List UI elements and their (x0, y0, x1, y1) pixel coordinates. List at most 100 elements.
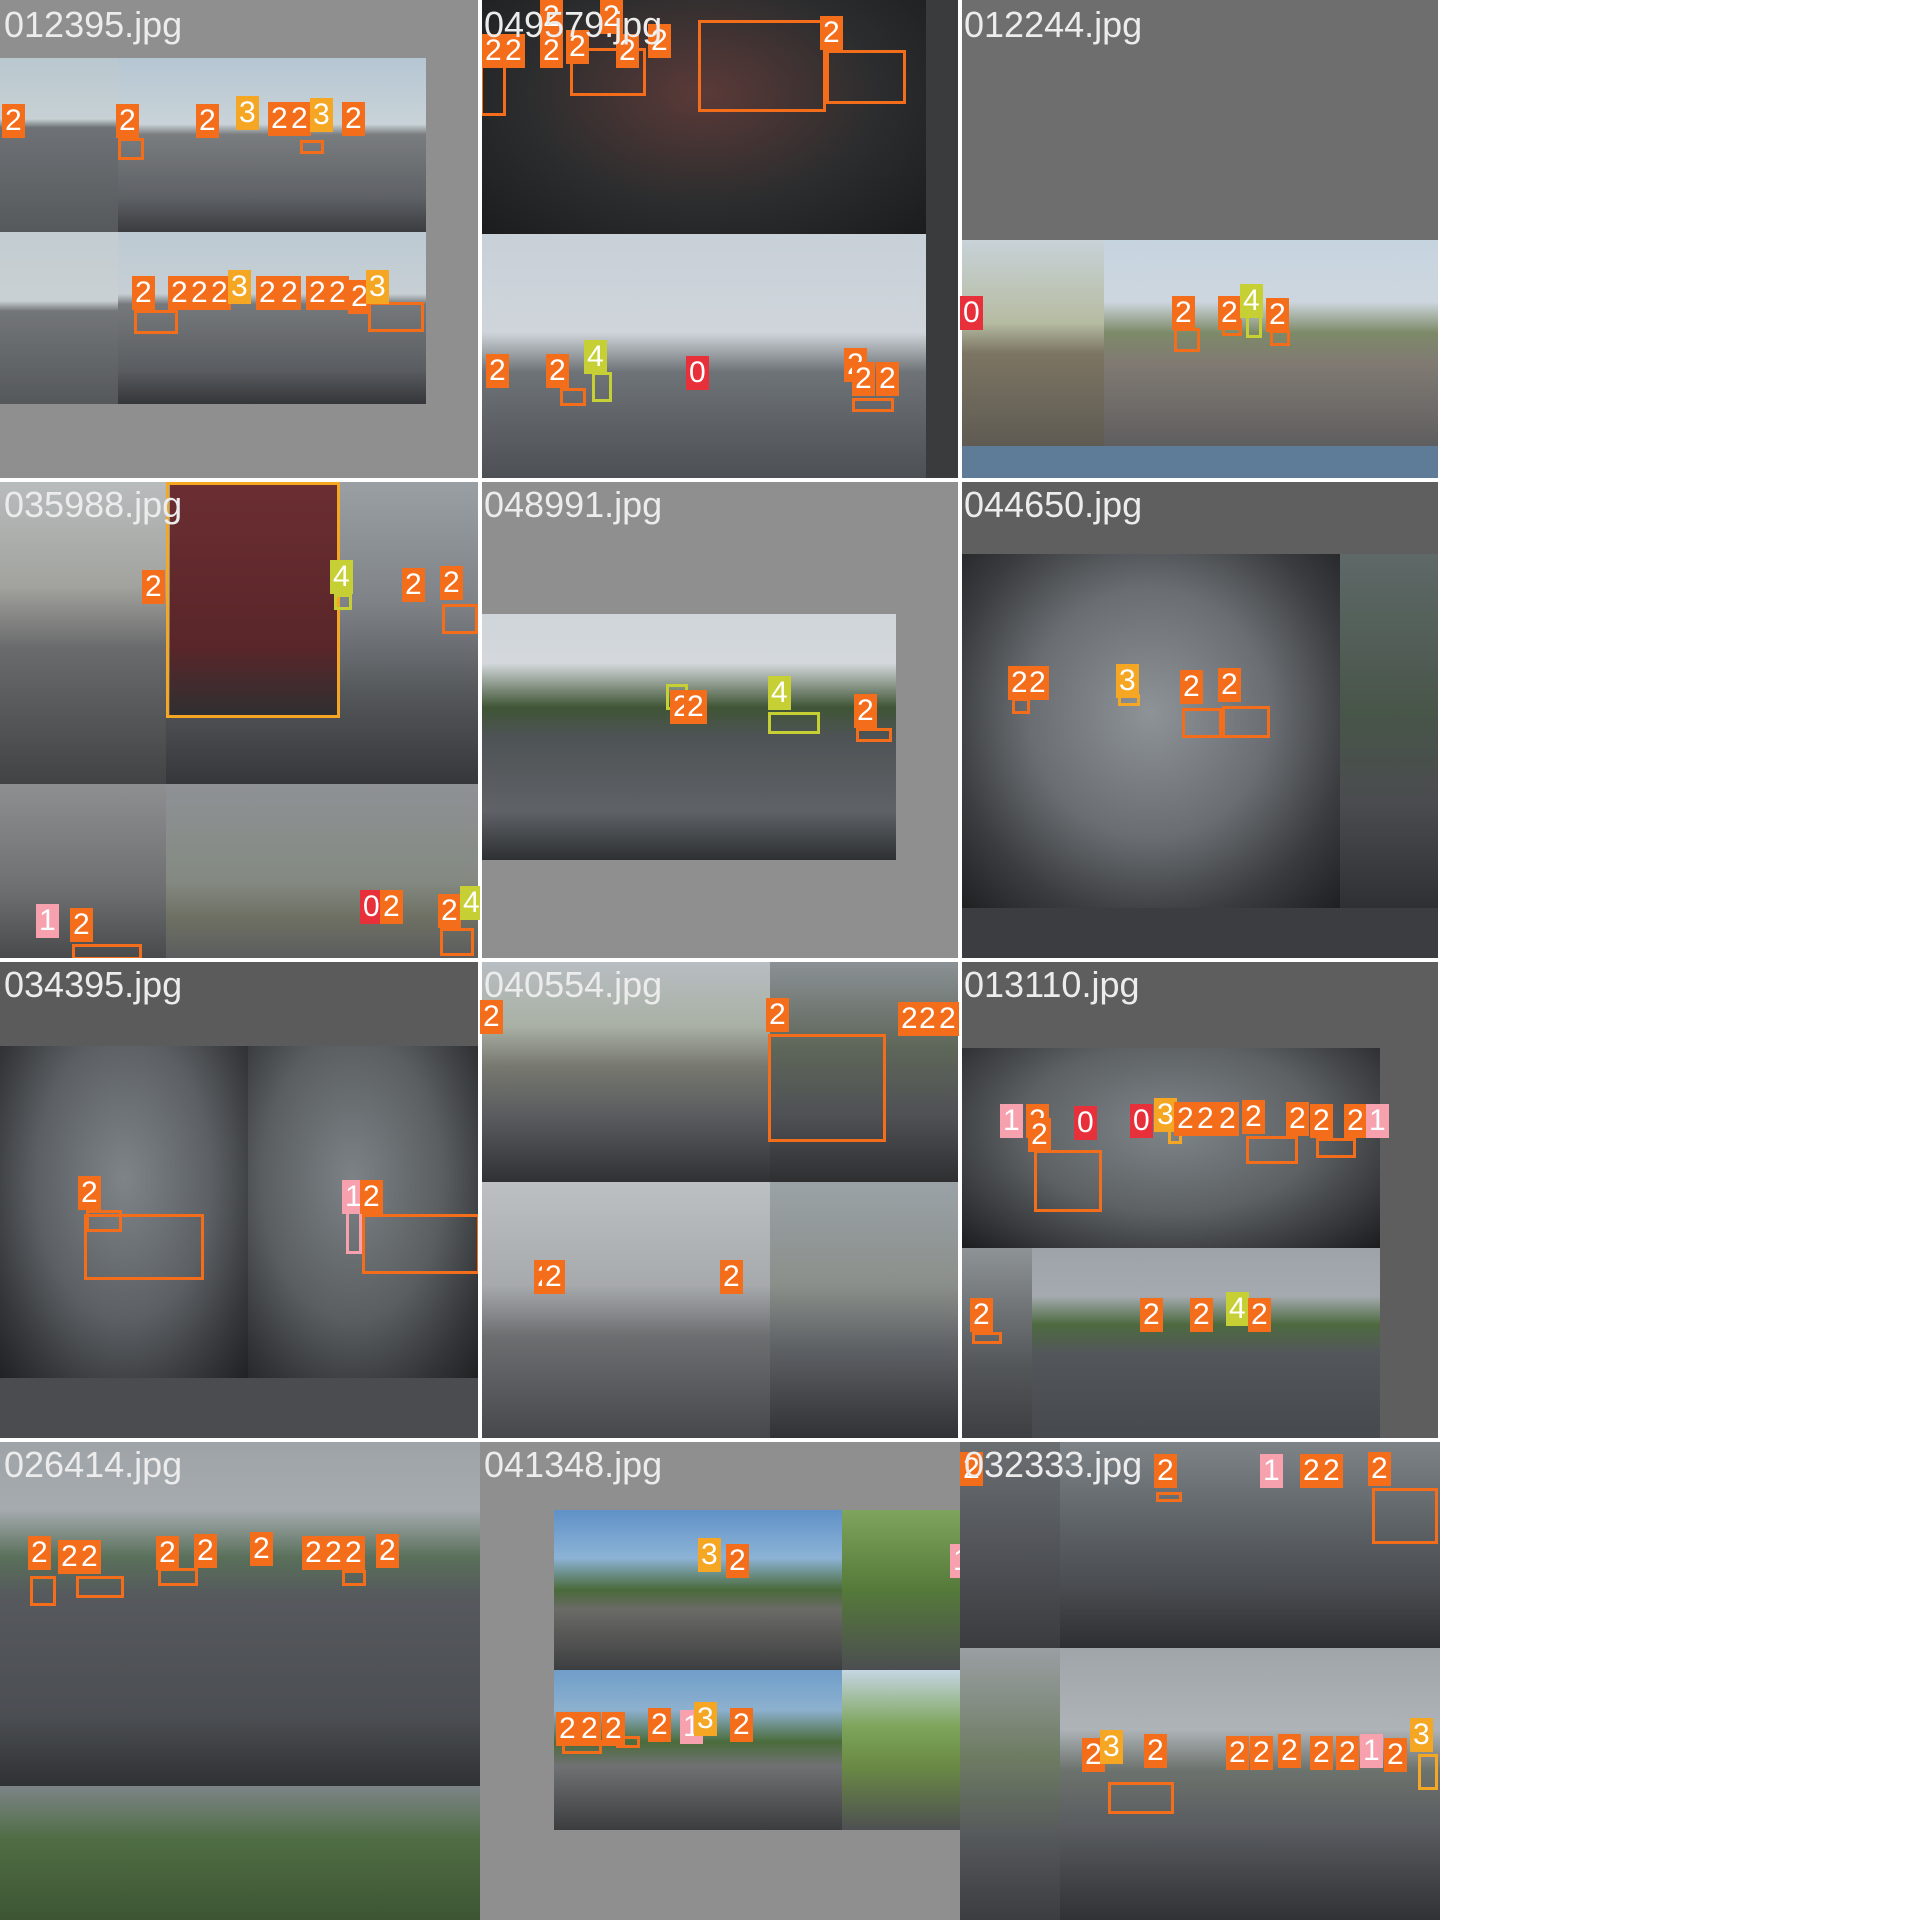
camera-view (960, 1648, 1060, 1920)
camera-view (480, 614, 896, 860)
detection-box (346, 1208, 362, 1254)
detection-box (1270, 330, 1290, 346)
class-label: 3 (366, 270, 389, 304)
class-label: 2 (1242, 1100, 1265, 1134)
detection-box (698, 20, 826, 112)
detection-box (368, 302, 424, 332)
detection-box (1246, 1136, 1298, 1164)
class-label: 2 (556, 1712, 579, 1746)
detection-box (118, 138, 144, 160)
class-label: 2 (1310, 1104, 1333, 1138)
class-label: 2 (2, 104, 25, 138)
camera-view (0, 1378, 480, 1440)
class-label: 2 (684, 690, 707, 724)
class-label: 2 (78, 1540, 101, 1574)
detection-box (852, 398, 894, 412)
detection-box (768, 712, 820, 734)
class-label: 2 (70, 908, 93, 942)
camera-view (166, 784, 480, 960)
tile: 049579.jpg 2 2 2 2 2 2 2 2 2 2 2 4 0 2 2… (480, 0, 960, 480)
class-label: 2 (1368, 1452, 1391, 1486)
class-label: 1 (1260, 1454, 1283, 1488)
filename-label: 048991.jpg (484, 484, 663, 525)
class-label: 2 (1154, 1454, 1177, 1488)
class-label: 2 (1266, 298, 1289, 332)
class-label: 4 (768, 676, 791, 710)
filename-label: 012244.jpg (964, 4, 1143, 45)
camera-view (1032, 1248, 1380, 1440)
detection-box (560, 388, 586, 406)
tile: 026414.jpg 2 2 2 2 2 2 2 2 2 2 (0, 1440, 480, 1920)
camera-view (960, 240, 1104, 446)
grid-divider (1438, 0, 1442, 1440)
detection-box (592, 372, 612, 402)
class-label: 2 (196, 104, 219, 138)
class-label: 1 (1000, 1104, 1023, 1138)
filename-label: 034395.jpg (4, 964, 183, 1005)
class-label: 1 (950, 1544, 960, 1578)
detection-box (1108, 1782, 1174, 1814)
class-label: 2 (440, 566, 463, 600)
tile: 032333.jpg 2 2 1 2 2 2 2 3 2 2 2 2 2 2 1… (960, 1440, 1440, 1920)
class-label: 2 (720, 1260, 743, 1294)
class-label: 2 (438, 894, 461, 928)
class-label: 2 (546, 354, 569, 388)
filename-label: 026414.jpg (4, 1444, 183, 1485)
class-label: 1 (36, 904, 59, 938)
class-label: 2 (1172, 296, 1195, 330)
class-label: 3 (1410, 1718, 1433, 1752)
class-label: 2 (1144, 1734, 1167, 1768)
class-label: 3 (310, 98, 333, 132)
detection-box (1174, 328, 1200, 352)
class-label: 2 (1028, 1118, 1051, 1152)
detection-box (768, 1034, 886, 1142)
grid-divider (0, 478, 1440, 482)
class-label: 2 (766, 998, 789, 1032)
tile: 034395.jpg 2 1 2 (0, 960, 480, 1440)
class-label: 2 (28, 1536, 51, 1570)
camera-view (1340, 554, 1440, 908)
class-label: 2 (278, 276, 301, 310)
class-label: 2 (342, 102, 365, 136)
filename-label: 012395.jpg (4, 4, 183, 45)
class-label: 2 (486, 354, 509, 388)
class-label: 2 (936, 1002, 959, 1036)
class-label: 2 (1180, 670, 1203, 704)
class-label: 2 (1336, 1736, 1359, 1770)
detection-box (1012, 698, 1030, 714)
class-label: 2 (852, 362, 875, 396)
detection-box (1156, 1492, 1182, 1502)
filename-label: 049579.jpg (484, 4, 663, 45)
filename-label: 041348.jpg (484, 1444, 663, 1485)
class-label: 2 (1278, 1734, 1301, 1768)
class-label: 2 (1344, 1104, 1367, 1138)
detection-box (76, 1576, 124, 1598)
tile: 012395.jpg 2 2 2 3 2 2 3 2 2 2 2 2 3 2 2… (0, 0, 480, 480)
detection-box (440, 928, 474, 956)
class-label: 2 (360, 1180, 383, 1214)
class-label: 2 (1218, 668, 1241, 702)
class-label: 2 (288, 102, 311, 136)
filename-label: 044650.jpg (964, 484, 1143, 525)
class-label: 2 (1140, 1298, 1163, 1332)
detection-box (1182, 708, 1222, 738)
detection-box (826, 50, 906, 104)
class-label: 0 (960, 296, 983, 330)
class-label: 0 (1074, 1106, 1097, 1140)
class-label: 2 (1190, 1298, 1213, 1332)
class-label: 2 (116, 104, 139, 138)
filename-label: 032333.jpg (964, 1444, 1143, 1485)
class-label: 2 (250, 1532, 273, 1566)
detection-box (1418, 1754, 1438, 1790)
detection-box (86, 1210, 122, 1232)
class-label: 2 (132, 276, 155, 310)
class-label: 2 (726, 1544, 749, 1578)
class-label: 2 (380, 890, 403, 924)
class-label: 2 (970, 1298, 993, 1332)
class-label: 2 (730, 1708, 753, 1742)
camera-view (0, 1786, 480, 1920)
class-label: 2 (1194, 1102, 1217, 1136)
detection-box (342, 1570, 366, 1586)
class-label: 2 (1218, 296, 1241, 330)
detection-box (1034, 1150, 1102, 1212)
